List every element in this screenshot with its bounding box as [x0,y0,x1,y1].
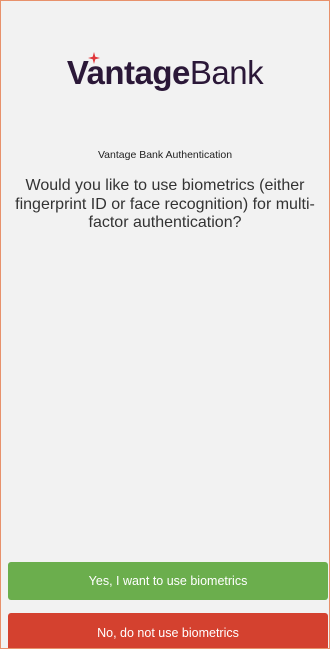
decline-biometrics-button[interactable]: No, do not use biometrics [8,613,328,648]
vantage-bank-logo: VantageBank [1,52,329,93]
auth-title: Vantage Bank Authentication [97,149,233,161]
logo-text-secondary: Bank [189,54,264,91]
logo-wordmark: VantageBank [66,52,264,93]
biometrics-question: Would you like to use biometrics (either… [15,177,315,231]
logo-text-primary: Vantage [66,54,191,91]
use-biometrics-button[interactable]: Yes, I want to use biometrics [8,562,328,600]
star-icon [87,52,100,64]
auth-screen: VantageBank Vantage Bank Authentication … [0,0,330,649]
